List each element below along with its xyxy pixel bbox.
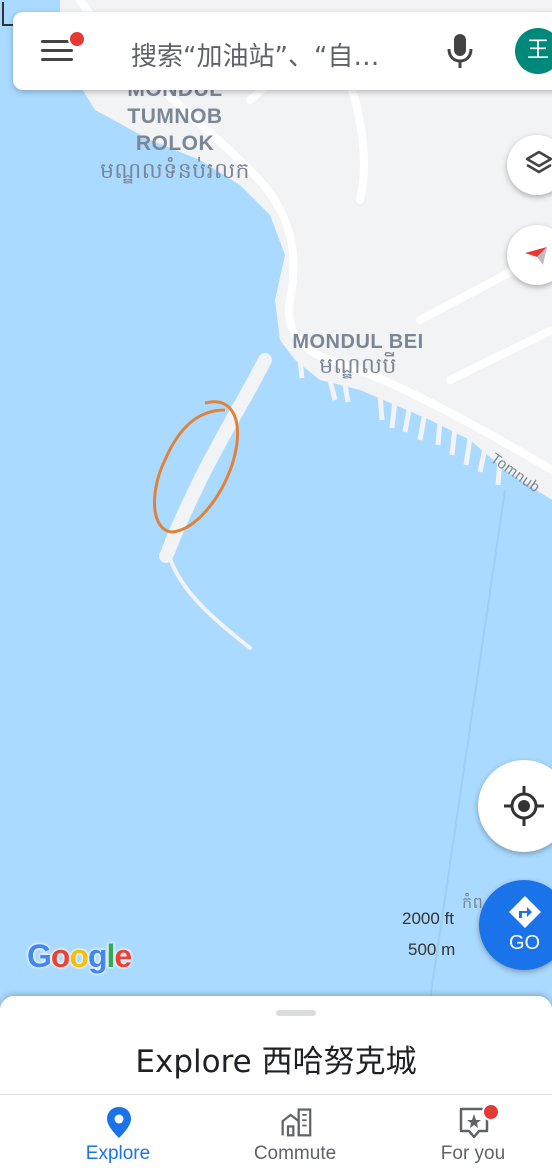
scale-meters-label: 500 m [408,940,456,959]
sheet-title: Explore 西哈努克城 [135,1044,417,1080]
place-name-line: TUMNOB [127,105,223,128]
notification-dot [482,1103,500,1121]
place-label-mondul-tumnob-rolok[interactable]: MONDUL TUMNOB ROLOK មណ្ឌលទំនប់រលក [95,76,255,184]
place-name-khmer: មណ្ឌលបី [319,353,397,378]
scale-feet-label: 2000 ft [402,909,454,928]
place-name-line: ROLOK [135,132,215,155]
search-bar[interactable]: 搜索“加油站”、“自… 王 [13,12,552,90]
crosshair-icon [504,786,544,826]
search-input[interactable]: 搜索“加油站”、“自… [131,36,379,73]
place-label-mondul-bei[interactable]: MONDUL BEI មណ្ឌលបី [288,330,428,378]
tab-label: Commute [253,1143,337,1164]
place-name-line: MONDUL BEI [292,331,424,353]
account-avatar[interactable]: 王 [515,28,552,74]
go-label: GO [509,932,541,954]
tab-for-you[interactable]: For you [381,1095,552,1168]
tab-explore[interactable]: Explore [26,1095,210,1168]
layers-button[interactable] [507,135,552,195]
tab-label: For you [440,1143,506,1164]
directions-icon [509,896,541,928]
layers-icon [525,150,552,174]
notification-dot [68,30,86,48]
tab-commute[interactable]: Commute [203,1095,387,1168]
explore-sheet[interactable]: Explore 西哈努克城 [0,996,552,1096]
map-canvas[interactable]: MONDUL TUMNOB ROLOK មណ្ឌលទំនប់រលក MONDUL… [0,0,552,1000]
tab-label: Explore [85,1143,151,1164]
map-graphics [60,0,552,1000]
microphone-icon[interactable] [445,32,475,70]
compass-button[interactable] [507,225,552,285]
google-logo: Google [27,938,132,974]
compass-icon [525,247,547,265]
location-pin-icon [107,1107,131,1138]
my-location-button[interactable] [478,760,552,852]
bottom-navigation: Explore Commute For you [0,1094,552,1168]
sheet-handle[interactable] [276,1010,316,1016]
commute-building-icon [281,1108,312,1137]
place-name-khmer: មណ្ឌលទំនប់រលក [99,158,251,183]
